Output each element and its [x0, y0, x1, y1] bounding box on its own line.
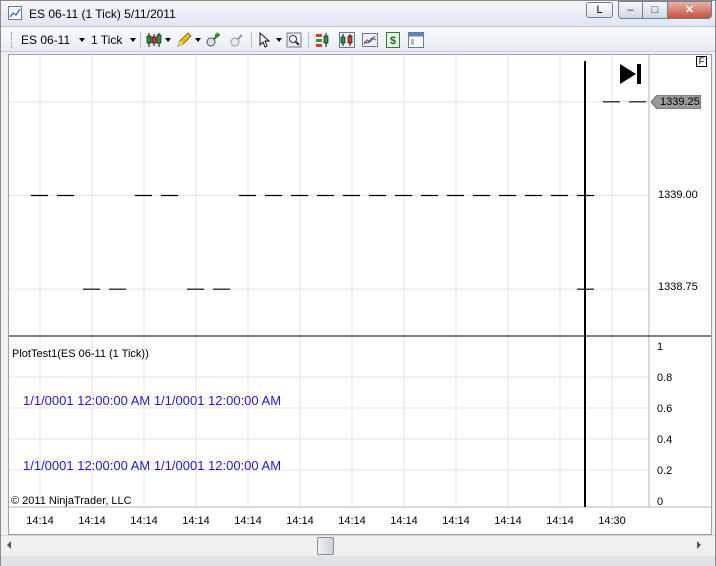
indicator-axis-label: 0.6 [657, 403, 673, 415]
instrument-dropdown-caret[interactable] [79, 38, 85, 42]
f-marker[interactable]: F [696, 56, 707, 67]
drawing-tools-caret[interactable] [195, 38, 201, 42]
interval-selector[interactable]: 1 Tick [91, 33, 122, 47]
data-box-icon[interactable] [362, 32, 378, 48]
chart-toolbar: ES 06-11 1 Tick $ [1, 28, 715, 52]
time-axis-label: 14:14 [234, 515, 262, 527]
close-button[interactable]: ✕ [668, 1, 712, 19]
chart-window: ES 06-11 (1 Tick) 5/11/2011 L – □ ✕ ES 0… [0, 0, 716, 566]
last-price-value: 1339.25 [660, 96, 700, 108]
scroll-right-arrow-icon[interactable] [697, 541, 701, 549]
chart-app-icon [8, 6, 22, 20]
price-axis-label: 1339.00 [658, 189, 698, 201]
svg-text:$: $ [390, 35, 396, 47]
indicators-icon[interactable] [339, 32, 355, 48]
time-axis-label: 14:14 [182, 515, 210, 527]
time-axis-label: 14:14 [26, 515, 54, 527]
indicator-axis-label: 0.8 [657, 372, 673, 384]
jump-to-end-icon[interactable] [620, 64, 641, 84]
indicator-text-line: 1/1/0001 12:00:00 AM 1/1/0001 12:00:00 A… [23, 458, 282, 473]
indicator-text-line: 1/1/0001 12:00:00 AM 1/1/0001 12:00:00 A… [23, 393, 282, 408]
minimize-icon: – [627, 4, 634, 16]
cursor-mode-caret[interactable] [276, 38, 282, 42]
indicator-axis-label: 1 [657, 341, 664, 353]
price-axis-label: 1338.75 [658, 281, 698, 293]
interval-dropdown-caret[interactable] [130, 38, 136, 42]
time-axis-label: 14:14 [546, 515, 574, 527]
properties-icon[interactable] [408, 32, 424, 48]
time-axis-label: 14:14 [442, 515, 470, 527]
time-axis-label: 14:14 [338, 515, 366, 527]
close-icon: ✕ [684, 4, 695, 16]
minimize-button[interactable]: – [618, 1, 643, 19]
toolbar-grip[interactable] [11, 32, 14, 48]
window-title: ES 06-11 (1 Tick) 5/11/2011 [29, 7, 176, 21]
toolbar-separator [308, 32, 309, 48]
scroll-left-arrow-icon[interactable] [7, 541, 11, 549]
magnifier-icon[interactable] [286, 32, 302, 48]
status-strip [1, 556, 715, 566]
chart-style-caret[interactable] [165, 38, 171, 42]
title-bar[interactable]: ES 06-11 (1 Tick) 5/11/2011 L – □ ✕ [1, 1, 715, 27]
indicator-axis-label: 0.4 [657, 434, 673, 446]
indicator-axis-label: 0 [657, 496, 664, 508]
maximize-icon: □ [651, 4, 659, 16]
toolbar-separator [251, 32, 252, 48]
pointer-icon[interactable] [257, 31, 273, 48]
zoom-out-icon[interactable] [229, 32, 245, 48]
time-axis-label: 14:14 [78, 515, 106, 527]
time-axis-label: 14:14 [390, 515, 418, 527]
zoom-in-icon[interactable] [205, 32, 221, 48]
candlestick-icon[interactable] [146, 32, 162, 48]
copyright-notice: © 2011 NinjaTrader, LLC [11, 495, 132, 507]
time-axis-label: 14:30 [598, 515, 626, 527]
toolbar-separator [140, 32, 141, 48]
pencil-icon[interactable] [176, 32, 192, 48]
window-controls: – □ ✕ [618, 1, 712, 19]
time-axis-label: 14:14 [130, 515, 158, 527]
horizontal-scrollbar[interactable] [1, 535, 715, 555]
last-price-marker: 1339.25 [651, 95, 701, 109]
link-button[interactable]: L [586, 2, 613, 18]
time-axis-label: 14:14 [494, 515, 522, 527]
dollar-icon[interactable]: $ [385, 32, 401, 48]
indicator-axis-label: 0.2 [657, 465, 673, 477]
strategy-icon[interactable] [315, 32, 331, 48]
scroll-thumb[interactable] [317, 537, 334, 555]
instrument-selector[interactable]: ES 06-11 [21, 33, 70, 47]
time-axis-label: 14:14 [286, 515, 314, 527]
indicator-panel-title: PlotTest1(ES 06-11 (1 Tick)) [12, 348, 149, 360]
maximize-button[interactable]: □ [643, 1, 668, 19]
chart-panel[interactable]: F 1339.25 1339.00 1338.75 PlotTest1(ES 0… [8, 54, 712, 535]
